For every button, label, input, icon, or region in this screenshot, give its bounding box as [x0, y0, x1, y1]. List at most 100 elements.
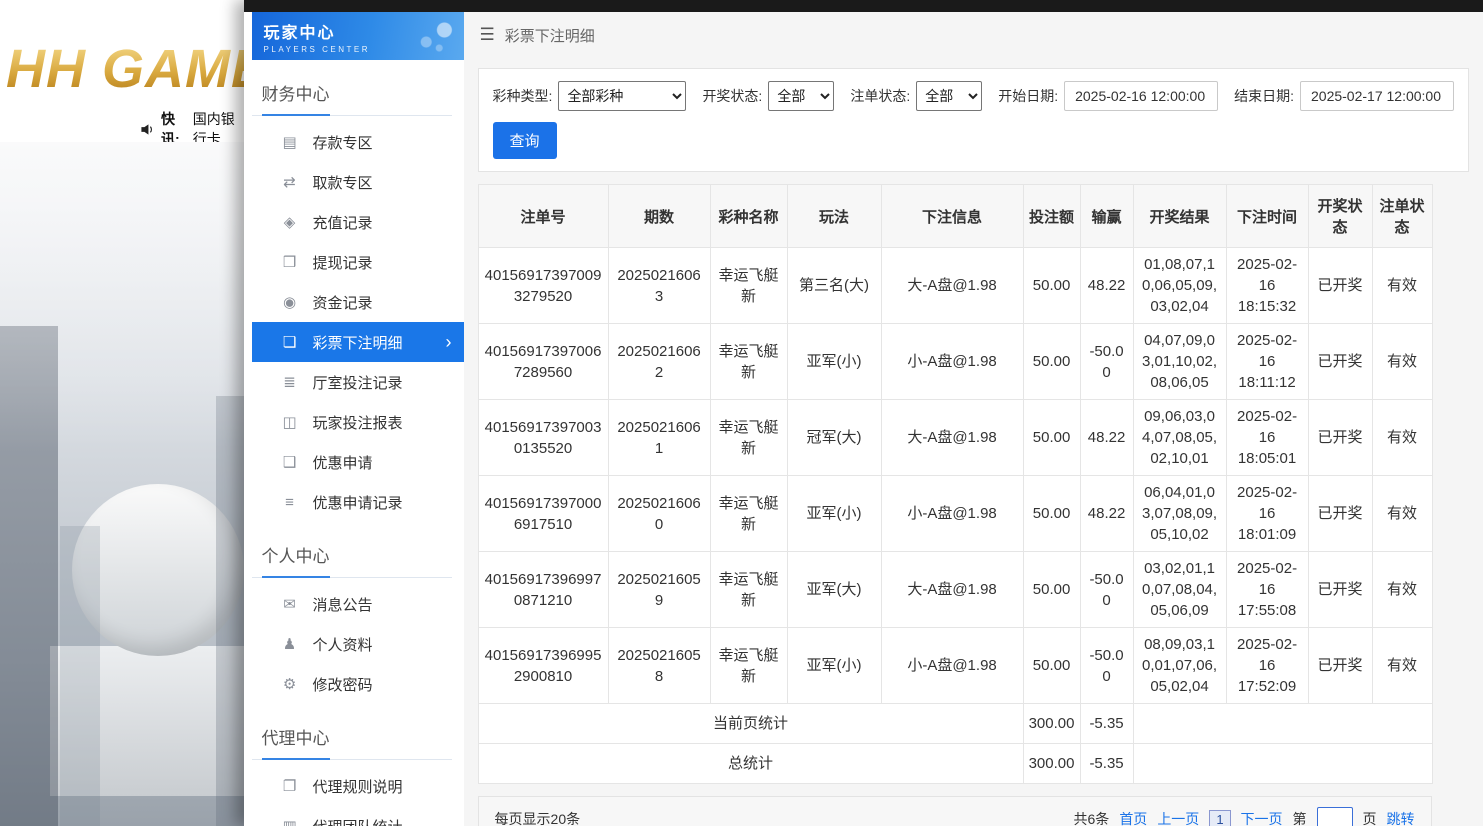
prev-page-link[interactable]: 上一页: [1157, 809, 1199, 826]
cell-time: 2025-02-16 18:15:32: [1226, 248, 1308, 324]
sidebar-item-fund-records[interactable]: ◉资金记录: [252, 282, 464, 322]
cell-period: 20250216059: [608, 552, 710, 628]
menu-toggle-icon[interactable]: ☰: [480, 25, 495, 45]
cell-result: 08,09,03,10,01,07,06,05,02,04: [1133, 628, 1226, 704]
cell-time: 2025-02-16 18:11:12: [1226, 324, 1308, 400]
table-row: 40156917396997087121020250216059幸运飞艇新亚军(…: [478, 552, 1432, 628]
cell-result: 01,08,07,10,06,05,09,03,02,04: [1133, 248, 1226, 324]
cell-lottery: 幸运飞艇新: [710, 628, 787, 704]
cell-winloss: 48.22: [1080, 476, 1133, 552]
main-content: ☰ 彩票下注明细 彩种类型: 全部彩种 开奖状态: 全部: [464, 12, 1483, 826]
page-jump-input[interactable]: [1317, 807, 1353, 826]
cell-order_status: 有效: [1372, 400, 1432, 476]
sidebar-item-withdrawal-records[interactable]: ❒ 提现记录: [252, 242, 464, 282]
bet-list-icon: ❏: [280, 333, 300, 351]
cashout-icon: ❒: [280, 253, 300, 271]
column-header: 彩种名称: [710, 185, 787, 248]
filter-panel: 彩种类型: 全部彩种 开奖状态: 全部 注单状态: 全部: [478, 68, 1469, 172]
lottery-type-select[interactable]: 全部彩种: [558, 81, 686, 111]
sidebar-item-profile[interactable]: ♟个人资料: [252, 624, 464, 664]
total-summary-row: 总统计 300.00 -5.35: [478, 744, 1432, 784]
sidebar-item-label: 取款专区: [313, 172, 373, 193]
column-header: 玩法: [787, 185, 881, 248]
end-date-input[interactable]: [1300, 81, 1454, 111]
sidebar-item-label: 存款专区: [313, 132, 373, 153]
jump-suffix: 页: [1363, 809, 1377, 826]
sidebar-item-promo-apply-records[interactable]: ≡优惠申请记录: [252, 482, 464, 522]
site-logo: HH GAME: [6, 38, 244, 100]
column-header: 开奖状态: [1308, 185, 1372, 248]
cell-draw_status: 已开奖: [1308, 400, 1372, 476]
start-date-input[interactable]: [1064, 81, 1218, 111]
cell-amount: 50.00: [1023, 628, 1080, 704]
cell-order_status: 有效: [1372, 628, 1432, 704]
sidebar-item-recharge-records[interactable]: ◈充值记录: [252, 202, 464, 242]
jump-button[interactable]: 跳转: [1387, 809, 1415, 826]
end-date-label: 结束日期:: [1234, 86, 1294, 106]
sidebar-item-lottery-bet-details[interactable]: ❏彩票下注明细›: [252, 322, 464, 362]
cell-period: 20250216063: [608, 248, 710, 324]
cell-result: 04,07,09,03,01,10,02,08,06,05: [1133, 324, 1226, 400]
bell-icon: ✉: [280, 595, 300, 613]
news-ticker: 快讯: 国内银行卡: [0, 116, 244, 142]
page-summary-label: 当前页统计: [478, 704, 1023, 744]
cell-winloss: 48.22: [1080, 400, 1133, 476]
jump-prefix: 第: [1293, 809, 1307, 826]
promo-icon: ❑: [280, 453, 300, 471]
current-page-badge[interactable]: 1: [1209, 810, 1230, 826]
page-title: 彩票下注明细: [505, 25, 595, 46]
search-button[interactable]: 查询: [493, 122, 557, 159]
cell-time: 2025-02-16 17:52:09: [1226, 628, 1308, 704]
next-page-link[interactable]: 下一页: [1241, 809, 1283, 826]
cell-play: 亚军(小): [787, 324, 881, 400]
sidebar-item-promo-apply[interactable]: ❑优惠申请: [252, 442, 464, 482]
cell-bet_info: 大-A盘@1.98: [881, 400, 1023, 476]
total-summary-empty: [1133, 744, 1432, 784]
order-status-label: 注单状态:: [850, 86, 910, 106]
sidebar-item-hall-bet-records[interactable]: ≣厅室投注记录: [252, 362, 464, 402]
withdraw-icon: ⇄: [280, 173, 300, 191]
sidebar-item-label: 彩票下注明细: [313, 332, 403, 353]
cell-amount: 50.00: [1023, 476, 1080, 552]
sidebar-item-messages[interactable]: ✉ 消息公告: [252, 584, 464, 624]
cell-bet_info: 大-A盘@1.98: [881, 552, 1023, 628]
column-header: 下注时间: [1226, 185, 1308, 248]
sidebar-item-player-bet-report[interactable]: ◫玩家投注报表: [252, 402, 464, 442]
first-page-link[interactable]: 首页: [1119, 809, 1147, 826]
sidebar-item-label: 消息公告: [313, 594, 373, 615]
sidebar-item-change-password[interactable]: ⚙修改密码: [252, 664, 464, 704]
total-count-text: 共6条: [1074, 809, 1110, 826]
players-center-header: 玩家中心 PLAYERS CENTER: [252, 12, 464, 60]
sidebar-item-label: 优惠申请记录: [313, 492, 403, 513]
column-header: 下注信息: [881, 185, 1023, 248]
draw-status-select[interactable]: 全部: [768, 81, 834, 111]
speaker-icon: [140, 122, 155, 137]
total-summary-bet: 300.00: [1023, 744, 1080, 784]
section-title: 代理中心: [252, 718, 452, 760]
order-status-select[interactable]: 全部: [916, 81, 982, 111]
cell-winloss: -50.00: [1080, 628, 1133, 704]
total-summary-winloss: -5.35: [1080, 744, 1133, 784]
player-center-panel: 玩家中心 PLAYERS CENTER 财务中心▤存款专区⇄取款专区◈充值记录❒…: [244, 0, 1483, 826]
table-row: 40156917397009327952020250216063幸运飞艇新第三名…: [478, 248, 1432, 324]
background-site: HH GAME 快讯: 国内银行卡: [0, 0, 244, 826]
cell-order_status: 有效: [1372, 476, 1432, 552]
sidebar-item-withdraw[interactable]: ⇄ 取款专区: [252, 162, 464, 202]
page-summary-winloss: -5.35: [1080, 704, 1133, 744]
bet-table-wrap: 注单号期数彩种名称玩法下注信息投注额输赢开奖结果下注时间开奖状态注单状态 401…: [478, 184, 1469, 784]
column-header: 注单号: [478, 185, 608, 248]
cell-amount: 50.00: [1023, 552, 1080, 628]
sidebar-item-agent-rules[interactable]: ❐代理规则说明: [252, 766, 464, 806]
sidebar-item-label: 代理团队统计: [313, 816, 403, 826]
cell-play: 亚军(小): [787, 476, 881, 552]
cell-bet_info: 小-A盘@1.98: [881, 628, 1023, 704]
table-header-row: 注单号期数彩种名称玩法下注信息投注额输赢开奖结果下注时间开奖状态注单状态: [478, 185, 1432, 248]
sidebar-item-agent-team-stats[interactable]: ▥代理团队统计: [252, 806, 464, 826]
cell-lottery: 幸运飞艇新: [710, 552, 787, 628]
cell-play: 亚军(小): [787, 628, 881, 704]
sidebar-item-label: 提现记录: [313, 252, 373, 273]
cell-order_status: 有效: [1372, 552, 1432, 628]
sidebar-item-deposit[interactable]: ▤存款专区: [252, 122, 464, 162]
cell-amount: 50.00: [1023, 248, 1080, 324]
cell-period: 20250216060: [608, 476, 710, 552]
